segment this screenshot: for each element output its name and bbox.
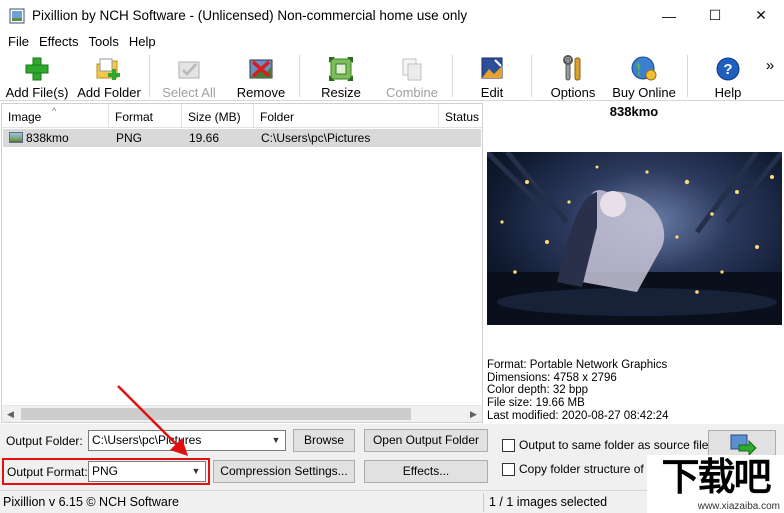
copy-structure-checkbox[interactable]: Copy folder structure of sou bbox=[502, 462, 666, 476]
column-status[interactable]: Status bbox=[439, 104, 482, 128]
remove-label: Remove bbox=[236, 85, 286, 100]
combine-label: Combine bbox=[385, 85, 439, 100]
select-all-label: Select All bbox=[162, 85, 216, 100]
buy-online-label: Buy Online bbox=[612, 85, 676, 100]
menu-effects[interactable]: Effects bbox=[34, 34, 84, 49]
remove-button[interactable]: Remove bbox=[233, 51, 289, 101]
menu-help[interactable]: Help bbox=[124, 34, 161, 49]
scroll-right-icon[interactable]: ▶ bbox=[465, 406, 482, 422]
help-button[interactable]: ? Help bbox=[709, 51, 747, 101]
compression-settings-button[interactable]: Compression Settings... bbox=[213, 460, 355, 483]
column-folder[interactable]: Folder bbox=[254, 104, 439, 128]
open-output-folder-button[interactable]: Open Output Folder bbox=[364, 429, 488, 452]
add-plus-icon bbox=[25, 57, 49, 81]
column-image[interactable]: Image ^ bbox=[2, 104, 109, 128]
file-list[interactable]: Image ^ Format Size (MB) Folder Status 8… bbox=[1, 103, 483, 423]
status-divider bbox=[483, 493, 484, 512]
toolbar-separator bbox=[299, 55, 300, 97]
sort-ascending-icon: ^ bbox=[52, 106, 57, 116]
column-size[interactable]: Size (MB) bbox=[182, 104, 254, 128]
preview-file-name: 838kmo bbox=[609, 104, 659, 119]
folder-add-icon bbox=[96, 58, 120, 80]
menu-bar: File Effects Tools Help bbox=[0, 31, 784, 51]
help-label: Help bbox=[714, 85, 742, 100]
watermark-logo: 下载吧 www.xiazaiba.com bbox=[647, 455, 784, 513]
combine-button[interactable]: Combine bbox=[383, 51, 441, 101]
chevron-double-right-icon: » bbox=[765, 57, 775, 74]
title-bar: Pixillion by NCH Software - (Unlicensed)… bbox=[0, 0, 784, 31]
info-color-depth: Color depth: 32 bpp bbox=[487, 384, 589, 397]
menu-file[interactable]: File bbox=[3, 34, 34, 49]
add-folder-label: Add Folder bbox=[77, 85, 141, 100]
globe-icon bbox=[631, 56, 657, 81]
add-files-button[interactable]: Add File(s) bbox=[5, 51, 69, 101]
buy-online-button[interactable]: Buy Online bbox=[611, 51, 677, 101]
options-button[interactable]: Options bbox=[547, 51, 599, 101]
svg-text:?: ? bbox=[723, 61, 732, 78]
preview-image bbox=[487, 152, 782, 325]
effects-button[interactable]: Effects... bbox=[364, 460, 488, 483]
remove-image-icon bbox=[249, 59, 273, 79]
cell-format: PNG bbox=[116, 131, 143, 145]
options-label: Options bbox=[550, 85, 596, 100]
menu-tools[interactable]: Tools bbox=[83, 34, 123, 49]
pixillion-app-icon bbox=[9, 8, 25, 23]
window-title: Pixillion by NCH Software - (Unlicensed)… bbox=[32, 8, 468, 23]
resize-button[interactable]: Resize bbox=[317, 51, 365, 101]
output-folder-label: Output Folder: bbox=[6, 434, 83, 448]
resize-icon bbox=[329, 57, 353, 81]
annotation-highlight-box bbox=[2, 458, 210, 485]
edit-label: Edit bbox=[480, 85, 504, 100]
scrollbar-thumb[interactable] bbox=[21, 408, 411, 420]
toolbar-separator bbox=[149, 55, 150, 97]
column-format[interactable]: Format bbox=[109, 104, 182, 128]
browse-button[interactable]: Browse bbox=[293, 429, 355, 452]
preview-pane: 838kmo Format: Portable Network Graphics… bbox=[484, 101, 784, 424]
chevron-down-icon[interactable]: ▼ bbox=[267, 431, 285, 450]
info-format: Format: Portable Network Graphics bbox=[487, 359, 668, 371]
scroll-left-icon[interactable]: ◀ bbox=[2, 406, 19, 422]
toolbar-overflow-button[interactable]: » bbox=[762, 51, 778, 101]
close-button[interactable]: ✕ bbox=[738, 0, 784, 31]
combine-icon bbox=[402, 58, 422, 81]
info-dimensions: Dimensions: 4758 x 2796 bbox=[487, 371, 617, 384]
toolbar-separator bbox=[452, 55, 453, 97]
toolbar: Add File(s) Add Folder Select All Remove… bbox=[0, 51, 784, 101]
annotation-arrow-icon bbox=[117, 385, 188, 456]
same-folder-checkbox[interactable]: Output to same folder as source files bbox=[502, 438, 714, 452]
watermark-url: www.xiazaiba.com bbox=[697, 501, 780, 512]
watermark-text: 下载吧 bbox=[661, 455, 771, 499]
minimize-button[interactable]: — bbox=[646, 0, 692, 31]
cell-image-name: 838kmo bbox=[26, 131, 69, 145]
cell-folder: C:\Users\pc\Pictures bbox=[261, 131, 371, 145]
edit-button[interactable]: Edit bbox=[472, 51, 512, 101]
info-last-modified: Last modified: 2020-08-27 08:42:24 bbox=[487, 409, 669, 422]
image-info: Format: Portable Network Graphics Dimens… bbox=[487, 359, 669, 423]
add-files-label: Add File(s) bbox=[5, 85, 69, 100]
help-question-icon: ? bbox=[716, 57, 740, 81]
selection-count-text: 1 / 1 images selected bbox=[489, 495, 608, 509]
toolbar-separator bbox=[687, 55, 688, 97]
toolbar-separator bbox=[531, 55, 532, 97]
add-folder-button[interactable]: Add Folder bbox=[74, 51, 144, 101]
resize-label: Resize bbox=[321, 85, 361, 100]
table-row[interactable]: 838kmo PNG 19.66 C:\Users\pc\Pictures bbox=[3, 129, 481, 147]
file-list-header: Image ^ Format Size (MB) Folder Status bbox=[2, 104, 482, 128]
info-file-size: File size: 19.66 MB bbox=[487, 397, 585, 410]
cell-size: 19.66 bbox=[189, 131, 220, 145]
maximize-button[interactable]: ☐ bbox=[692, 0, 738, 31]
horizontal-scrollbar[interactable]: ◀ ▶ bbox=[2, 405, 482, 422]
select-all-button[interactable]: Select All bbox=[158, 51, 220, 101]
edit-image-icon bbox=[481, 57, 503, 79]
version-text: Pixillion v 6.15 © NCH Software bbox=[3, 495, 179, 509]
convert-icon bbox=[730, 434, 757, 457]
options-tools-icon bbox=[563, 55, 581, 81]
image-thumbnail-icon bbox=[9, 132, 23, 143]
select-all-icon bbox=[178, 61, 200, 79]
